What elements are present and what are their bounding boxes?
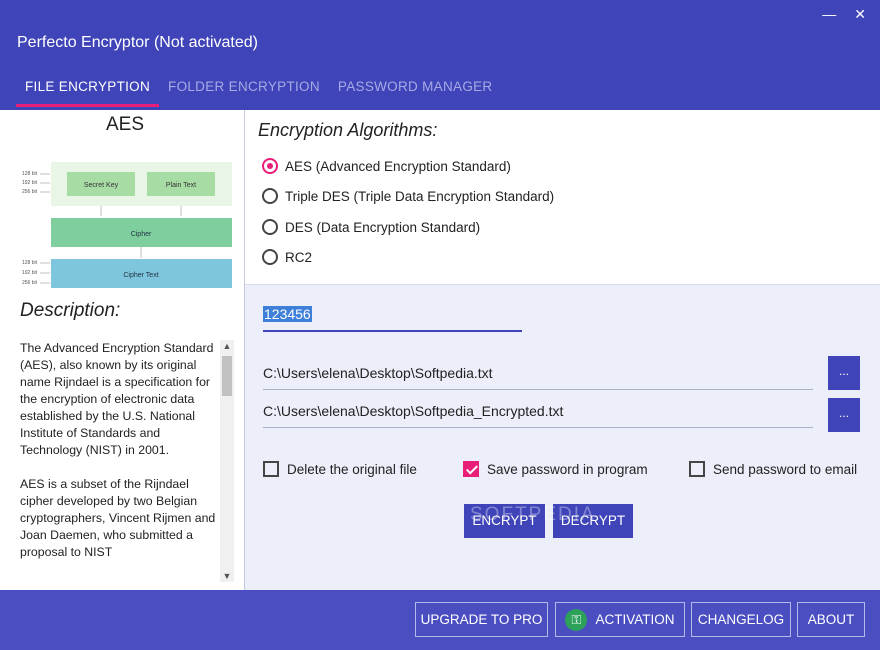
delete-original-checkbox[interactable]: Delete the original file (263, 461, 417, 477)
upgrade-button[interactable]: UPGRADE TO PRO (415, 602, 548, 637)
checkbox-label: Send password to email (713, 461, 858, 477)
source-file-input[interactable]: C:\Users\elena\Desktop\Softpedia.txt (263, 365, 813, 390)
algorithm-selector: Encryption Algorithms: AES (Advanced Enc… (245, 110, 880, 285)
password-value: 123456 (263, 306, 312, 322)
algorithm-info-panel: AES 128 bit 192 bit 256 bit Secret Key P… (0, 110, 245, 590)
changelog-label: CHANGELOG (697, 612, 785, 627)
radio-circle[interactable] (262, 219, 278, 235)
algorithms-heading: Encryption Algorithms: (258, 120, 438, 140)
aes-diagram: 128 bit 192 bit 256 bit Secret Key Plain… (22, 162, 232, 288)
radio-circle[interactable] (262, 188, 278, 204)
diagram-bit-label: 128 bit (22, 171, 38, 177)
description-title: Description: (20, 300, 121, 321)
radio-rc2[interactable]: RC2 (262, 249, 312, 265)
save-password-checkbox[interactable]: Save password in program (463, 461, 648, 477)
browse-target-button[interactable]: ... (828, 398, 860, 432)
diagram-bit-label: 192 bit (22, 180, 38, 186)
radio-des[interactable]: DES (Data Encryption Standard) (262, 219, 480, 235)
encrypt-button[interactable]: ENCRYPT (464, 504, 545, 538)
description-text: The Advanced Encryption Standard (AES), … (20, 340, 216, 580)
diagram-bit-label: 192 bit (22, 270, 38, 276)
target-file-input[interactable]: C:\Users\elena\Desktop\Softpedia_Encrypt… (263, 403, 813, 428)
key-icon: ⚿ (565, 608, 588, 631)
scrollbar-thumb[interactable] (222, 356, 232, 396)
radio-label: Triple DES (Triple Data Encryption Stand… (285, 188, 555, 204)
checkbox-label: Save password in program (487, 461, 648, 477)
password-input[interactable]: 123456 (263, 306, 522, 332)
diagram-bit-label: 128 bit (22, 260, 38, 266)
radio-label: DES (Data Encryption Standard) (285, 219, 481, 235)
tab-password-manager[interactable]: PASSWORD MANAGER (329, 77, 502, 107)
radio-circle[interactable] (262, 158, 278, 174)
diagram-plain-text-label: Plain Text (166, 182, 196, 189)
send-email-checkbox[interactable]: Send password to email (689, 461, 857, 477)
checkbox-box[interactable] (263, 461, 279, 477)
diagram-bit-label: 256 bit (22, 280, 38, 286)
tab-bar: FILE ENCRYPTION FOLDER ENCRYPTION PASSWO… (0, 77, 501, 107)
radio-circle[interactable] (262, 249, 278, 265)
radio-aes[interactable]: AES (Advanced Encryption Standard) (262, 158, 511, 174)
close-icon[interactable]: ✕ (854, 6, 866, 23)
diagram-secret-key-label: Secret Key (84, 182, 119, 189)
about-label: ABOUT (807, 612, 855, 627)
tab-folder-encryption[interactable]: FOLDER ENCRYPTION (159, 77, 329, 107)
browse-source-button[interactable]: ... (828, 356, 860, 390)
chevron-down-icon[interactable]: ▼ (220, 571, 234, 581)
minimize-icon[interactable]: — (822, 6, 836, 23)
description-scrollbar[interactable]: ▲ ▼ (220, 340, 234, 582)
chevron-up-icon[interactable]: ▲ (220, 341, 234, 351)
diagram-bit-label: 256 bit (22, 189, 38, 195)
algorithm-name: AES (105, 114, 145, 135)
changelog-button[interactable]: CHANGELOG (691, 602, 791, 637)
description-paragraph: AES is a subset of the Rijndael cipher d… (20, 477, 216, 559)
title-bar: — ✕ Perfecto Encryptor (Not activated) F… (0, 0, 880, 110)
checkbox-box[interactable] (463, 461, 479, 477)
description-paragraph: The Advanced Encryption Standard (AES), … (20, 341, 214, 457)
decrypt-button[interactable]: DECRYPT (553, 504, 633, 538)
activation-label: ACTIVATION (595, 612, 675, 627)
diagram-cipher-label: Cipher (131, 231, 152, 238)
window-controls: — ✕ (822, 6, 866, 23)
app-title: Perfecto Encryptor (Not activated) (17, 34, 258, 51)
radio-label: AES (Advanced Encryption Standard) (285, 158, 511, 174)
checkbox-box[interactable] (689, 461, 705, 477)
diagram-cipher-text-label: Cipher Text (123, 272, 158, 279)
encryption-form: 123456 C:\Users\elena\Desktop\Softpedia.… (245, 285, 880, 590)
radio-label: RC2 (285, 249, 313, 265)
tab-file-encryption[interactable]: FILE ENCRYPTION (16, 77, 160, 107)
radio-triple-des[interactable]: Triple DES (Triple Data Encryption Stand… (262, 188, 554, 204)
activation-button[interactable]: ⚿ ACTIVATION (555, 602, 685, 637)
checkbox-label: Delete the original file (287, 461, 417, 477)
upgrade-label: UPGRADE TO PRO (420, 612, 543, 627)
about-button[interactable]: ABOUT (797, 602, 865, 637)
